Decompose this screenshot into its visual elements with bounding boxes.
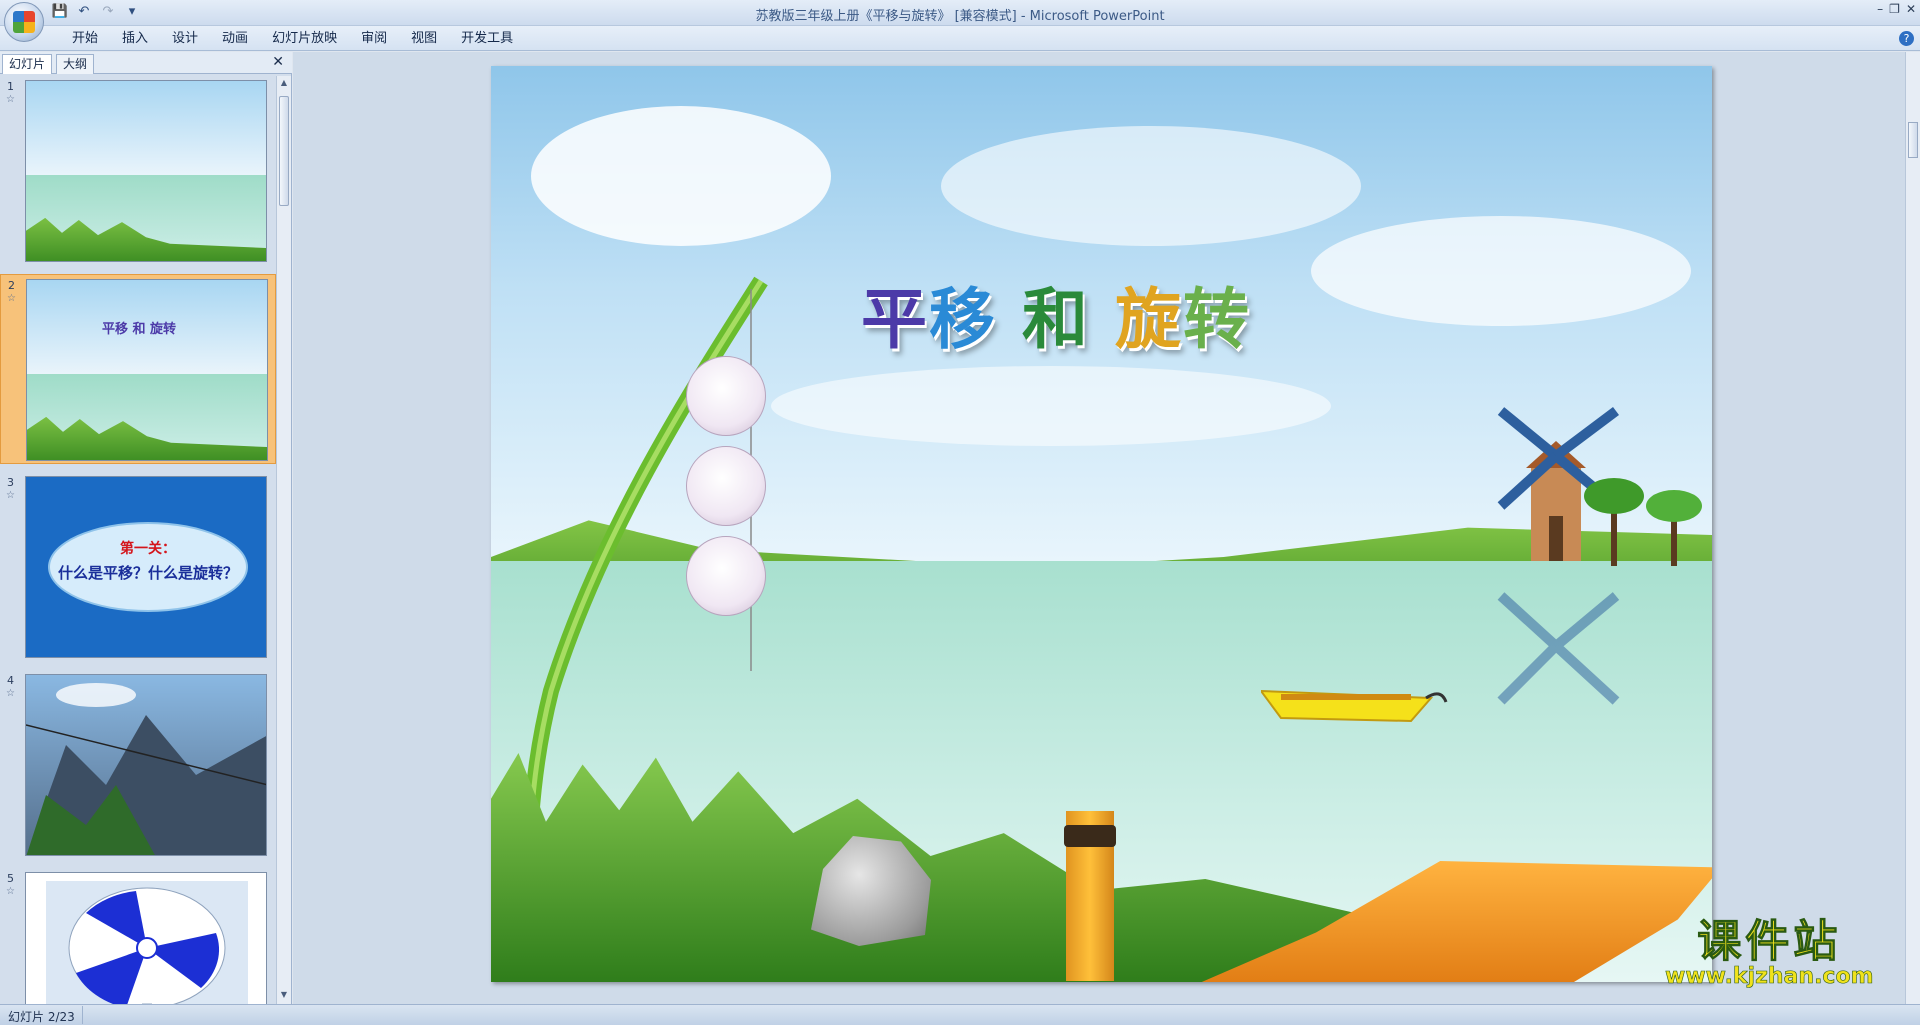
tab-animations[interactable]: 动画: [210, 30, 260, 48]
tab-insert[interactable]: 插入: [110, 30, 160, 48]
animation-star-icon: ☆: [6, 688, 15, 699]
trees-image: [1584, 478, 1702, 566]
thumbnail-row[interactable]: 3 ☆ 第一关： 什么是平移？什么是旋转？: [0, 472, 276, 662]
pane-tabs: 幻灯片 大纲 ✕: [0, 52, 292, 74]
thumb-question: 什么是平移？什么是旋转？: [57, 564, 238, 582]
title-char: 旋: [1114, 281, 1183, 358]
cloud: [941, 126, 1361, 246]
thumb-title: 平移 和 旋转: [102, 322, 177, 337]
office-button[interactable]: [4, 2, 44, 42]
slide-scrollbar[interactable]: [1905, 52, 1920, 1004]
animation-star-icon: ☆: [6, 886, 15, 897]
thumb-ellipse: 第一关： 什么是平移？什么是旋转？: [48, 522, 248, 612]
title-char: 移: [929, 281, 997, 358]
window-controls: – ❐ ✕: [1877, 2, 1916, 16]
slide-title[interactable]: 平移 和 旋转: [861, 266, 1251, 362]
thumbnail-scrollbar[interactable]: ▲ ▼: [276, 76, 291, 1004]
windmill-reflection-image: [1497, 592, 1620, 705]
slide-thumbnail-2[interactable]: 平移 和 旋转: [26, 279, 268, 461]
restore-button[interactable]: ❐: [1889, 2, 1900, 16]
title-char: 和: [997, 281, 1115, 358]
ribbon: 开始 插入 设计 动画 幻灯片放映 审阅 视图 开发工具 ?: [0, 26, 1920, 51]
office-logo-icon: [13, 11, 35, 33]
watermark-brand: 课件站: [1697, 916, 1842, 967]
slide-number: 4: [7, 674, 14, 687]
thumbnail-row[interactable]: 5 ☆: [0, 868, 276, 1004]
minimize-button[interactable]: –: [1877, 2, 1883, 16]
slide-thumbnail-3[interactable]: 第一关： 什么是平移？什么是旋转？: [25, 476, 267, 658]
thumbnail-row-selected[interactable]: 2 ☆ 平移 和 旋转: [0, 274, 276, 464]
lantern-icon: [686, 446, 766, 526]
slide-thumbnail-5[interactable]: [25, 872, 267, 1004]
tab-outline[interactable]: 大纲: [56, 54, 95, 74]
thumbnail-row[interactable]: 1 ☆: [0, 76, 276, 266]
mountain-cablecar-image: [26, 683, 266, 855]
tab-slides[interactable]: 幻灯片: [2, 54, 53, 74]
thumb-sky: [26, 81, 266, 175]
status-bar: 幻灯片 2/23: [0, 1004, 1920, 1025]
lantern-icon: [686, 356, 766, 436]
close-window-button[interactable]: ✕: [1906, 2, 1916, 16]
kjzhan-watermark: 课件站 www.kjzhan.com: [1665, 916, 1874, 989]
status-divider: [82, 1006, 83, 1024]
ribbon-tabs: 开始 插入 设计 动画 幻灯片放映 审阅 视图 开发工具: [60, 30, 525, 48]
tab-home[interactable]: 开始: [60, 30, 110, 48]
animation-star-icon: ☆: [6, 490, 15, 501]
title-bar: 💾 ↶ ↷ ▾ 苏教版三年级上册《平移与旋转》 [兼容模式] - Microso…: [0, 0, 1920, 42]
lantern-icon: [686, 536, 766, 616]
scroll-up-icon[interactable]: ▲: [279, 78, 289, 90]
slide-number: 3: [7, 476, 14, 489]
slide-counter: 幻灯片 2/23: [8, 1010, 75, 1024]
thumbnail-list: 1 ☆ 2 ☆ 平移 和 旋转 3 ☆ 第一关： 什么是平移？什么是旋转？ 4 …: [0, 76, 276, 1004]
scrollbar-thumb[interactable]: [1908, 122, 1918, 158]
animation-star-icon: ☆: [6, 94, 15, 105]
title-char: 平: [861, 281, 929, 358]
cloud: [1311, 216, 1691, 326]
scrollbar-thumb[interactable]: [279, 96, 289, 206]
thumb-heading: 第一关：: [120, 541, 176, 557]
tab-design[interactable]: 设计: [160, 30, 210, 48]
rope-band: [1064, 825, 1116, 847]
fan-image: [46, 881, 248, 1004]
slide-thumbnail-1[interactable]: [25, 80, 267, 262]
tab-view[interactable]: 视图: [399, 30, 449, 48]
thumbnail-row[interactable]: 4 ☆: [0, 670, 276, 860]
tab-slideshow[interactable]: 幻灯片放映: [260, 30, 349, 48]
scroll-down-icon[interactable]: ▼: [279, 990, 289, 1002]
slide-thumbnail-4[interactable]: [25, 674, 267, 856]
boat-image: [1261, 689, 1448, 723]
slide-number: 1: [7, 80, 14, 93]
tab-review[interactable]: 审阅: [349, 30, 399, 48]
current-slide[interactable]: 平移 和 旋转: [491, 66, 1712, 982]
title-char: 转: [1182, 281, 1251, 358]
pane-close-icon[interactable]: ✕: [272, 54, 284, 70]
watermark-url: www.kjzhan.com: [1665, 964, 1874, 989]
tab-developer[interactable]: 开发工具: [449, 30, 525, 48]
lanterns: [686, 356, 766, 616]
dock-post: [1064, 811, 1116, 981]
animation-star-icon: ☆: [7, 293, 16, 304]
cloud: [531, 106, 831, 246]
cloud: [771, 366, 1331, 446]
slides-pane: 幻灯片 大纲 ✕ 1 ☆ 2 ☆ 平移 和 旋转 3 ☆ 第一关： 什么是平移？…: [0, 52, 292, 1004]
help-icon[interactable]: ?: [1899, 31, 1914, 46]
window-title: 苏教版三年级上册《平移与旋转》 [兼容模式] - Microsoft Power…: [755, 9, 1165, 24]
slide-number: 2: [8, 279, 15, 292]
slide-number: 5: [7, 872, 14, 885]
